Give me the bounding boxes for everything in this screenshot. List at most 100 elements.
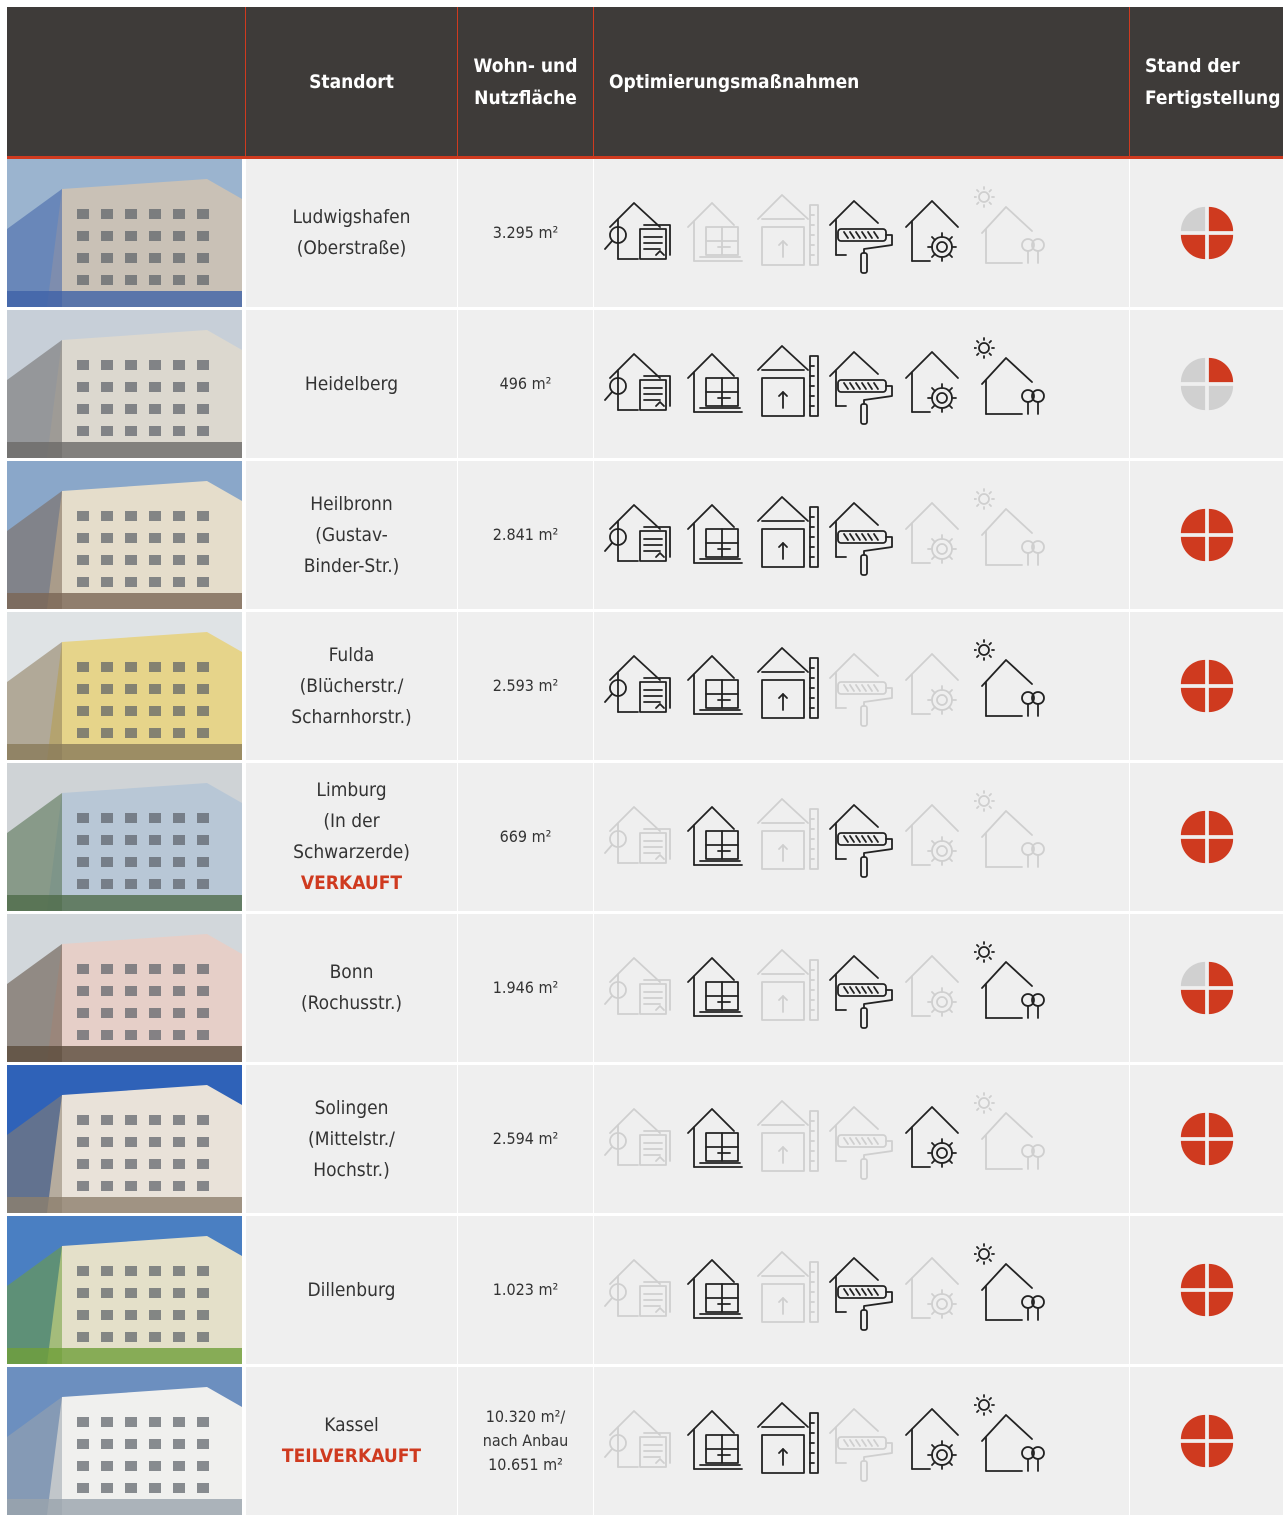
- painting-roller-icon: [826, 940, 900, 1036]
- analysis-documents-icon: [604, 638, 678, 734]
- energy-sun-trees-icon: [973, 336, 1048, 432]
- status-quarter: [1208, 961, 1233, 987]
- area-value: 1.946 m²: [492, 978, 559, 997]
- energy-sun-trees-icon: [973, 1091, 1048, 1187]
- analysis-documents-icon: [604, 1242, 678, 1338]
- technology-gear-icon: [900, 185, 974, 281]
- status-quarter: [1180, 234, 1205, 260]
- status-cell: [1130, 1367, 1283, 1515]
- area-value: 669 m²: [499, 827, 552, 846]
- floor-plan-icon: [678, 185, 752, 281]
- location-cell: Solingen (Mittelstr./ Hochstr.): [246, 1065, 457, 1213]
- area-value: 10.651 m²: [488, 1455, 563, 1474]
- status-quarter: [1180, 810, 1205, 836]
- technology-gear-icon: [900, 487, 974, 583]
- floor-plan-icon: [678, 336, 752, 432]
- location-cell: Fulda (Blücherstr./ Scharnhorstr.): [246, 612, 457, 760]
- measures-cell: [594, 612, 1129, 760]
- status-quarter: [1180, 659, 1205, 685]
- status-quarter: [1208, 1442, 1233, 1468]
- painting-roller-icon: [826, 789, 900, 885]
- energy-sun-trees-icon: [973, 789, 1048, 885]
- floor-plan-icon: [678, 487, 752, 583]
- location-line: (Mittelstr./: [308, 1127, 395, 1150]
- table-row: Fulda (Blücherstr./ Scharnhorstr.) 2.593 m²: [7, 612, 1283, 762]
- location-line: Dillenburg: [307, 1278, 396, 1301]
- analysis-documents-icon: [604, 940, 678, 1036]
- extension-height-icon: [752, 487, 826, 583]
- area-value: 10.320 m²/: [485, 1407, 566, 1426]
- location-cell: Heidelberg: [246, 310, 457, 458]
- sold-label: TEILVERKAUFT: [281, 1445, 422, 1467]
- location-cell: Dillenburg: [246, 1216, 457, 1364]
- table-row: Kassel TEILVERKAUFT 10.320 m²/nach Anbau 10…: [7, 1367, 1283, 1517]
- area-value: 2.593 m²: [492, 676, 559, 695]
- area-cell: 2.594 m²: [458, 1065, 593, 1213]
- status-cell: [1130, 461, 1283, 609]
- table-row: Heilbronn (Gustav- Binder-Str.) 2.841 m²: [7, 461, 1283, 611]
- painting-roller-icon: [826, 1242, 900, 1338]
- status-quarter: [1208, 357, 1233, 383]
- status-quarter: [1208, 206, 1233, 232]
- technology-gear-icon: [900, 940, 974, 1036]
- area-header: Wohn- und Nutzfläche: [458, 7, 593, 156]
- extension-height-icon: [752, 185, 826, 281]
- status-pie-icon: [1180, 1263, 1233, 1317]
- location-line: Fulda: [328, 643, 375, 666]
- area-value: 1.023 m²: [492, 1280, 559, 1299]
- status-cell: [1130, 914, 1283, 1062]
- table-row: Heidelberg 496 m²: [7, 310, 1283, 460]
- status-quarter: [1208, 1263, 1233, 1289]
- technology-gear-icon: [900, 1242, 974, 1338]
- analysis-documents-icon: [604, 185, 678, 281]
- area-cell: 1.023 m²: [458, 1216, 593, 1364]
- area-cell: 2.593 m²: [458, 612, 593, 760]
- status-quarter: [1180, 961, 1205, 987]
- status-cell: [1130, 1065, 1283, 1213]
- extension-height-icon: [752, 1393, 826, 1489]
- painting-roller-icon: [826, 638, 900, 734]
- energy-sun-trees-icon: [973, 487, 1048, 583]
- location-line: Limburg: [316, 779, 387, 801]
- status-quarter: [1180, 357, 1205, 383]
- location-line: Scharnhorstr.): [291, 705, 412, 728]
- status-quarter: [1180, 838, 1205, 864]
- status-quarter: [1180, 1140, 1205, 1166]
- status-pie-icon: [1180, 206, 1233, 260]
- energy-sun-trees-icon: [973, 1242, 1048, 1338]
- photo-header: [7, 7, 245, 156]
- measures-cell: [594, 461, 1129, 609]
- status-quarter: [1208, 1112, 1233, 1138]
- table-row: Dillenburg 1.023 m²: [7, 1216, 1283, 1366]
- area-cell: 669 m²: [458, 763, 593, 911]
- location-line: Bonn: [329, 961, 374, 983]
- status-quarter: [1180, 989, 1205, 1015]
- location-line: (Rochusstr.): [300, 992, 403, 1014]
- analysis-documents-icon: [604, 487, 678, 583]
- status-quarter: [1180, 1291, 1205, 1317]
- status-header-line2: Fertigstellung: [1145, 86, 1281, 109]
- status-quarter: [1208, 659, 1233, 685]
- table-row: Limburg (In der Schwarzerde) VERKAUFT 669 m²: [7, 763, 1283, 913]
- building-photo: [7, 1216, 242, 1364]
- extension-height-icon: [752, 336, 826, 432]
- location-cell: Limburg (In der Schwarzerde) VERKAUFT: [246, 763, 457, 911]
- area-cell: 496 m²: [458, 310, 593, 458]
- status-cell: [1130, 159, 1283, 307]
- location-line: (Blücherstr./: [299, 674, 404, 697]
- status-quarter: [1180, 687, 1205, 713]
- table-row: Ludwigshafen (Oberstraße) 3.295 m²: [7, 159, 1283, 309]
- measures-cell: [594, 159, 1129, 307]
- status-quarter: [1180, 1263, 1205, 1289]
- floor-plan-icon: [678, 940, 752, 1036]
- area-cell: 2.841 m²: [458, 461, 593, 609]
- painting-roller-icon: [826, 1091, 900, 1187]
- extension-height-icon: [752, 940, 826, 1036]
- location-line: Hochstr.): [313, 1158, 390, 1181]
- technology-gear-icon: [900, 1091, 974, 1187]
- location-line: (Oberstraße): [296, 237, 407, 259]
- location-line: Binder-Str.): [303, 554, 400, 577]
- status-quarter: [1208, 508, 1233, 534]
- location-line: Heidelberg: [304, 372, 399, 395]
- measures-cell: [594, 1367, 1129, 1515]
